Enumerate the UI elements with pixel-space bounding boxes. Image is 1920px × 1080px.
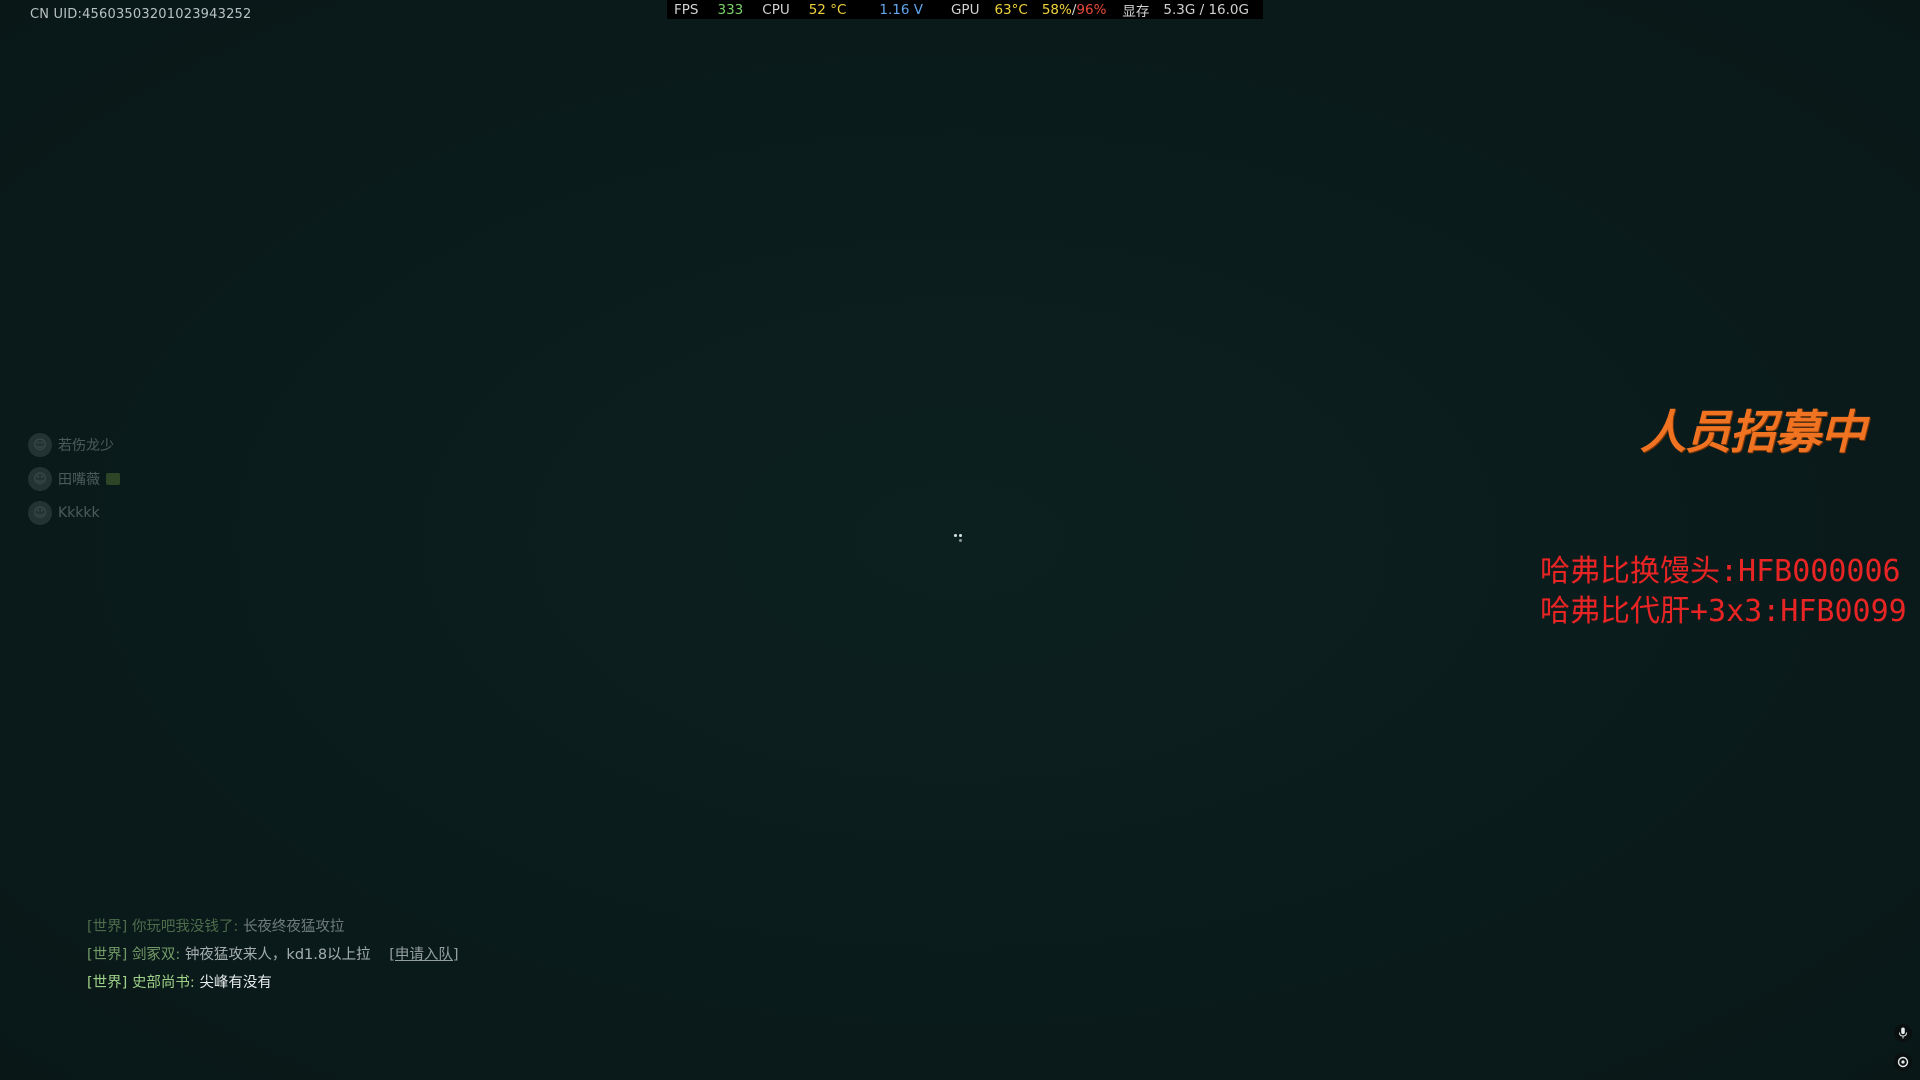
- chat-message: [世界] 你玩吧我没钱了: 长夜终夜猛攻拉: [87, 913, 459, 941]
- avatar: ☺: [28, 467, 52, 491]
- avatar: ☺: [28, 433, 52, 457]
- chat-channel: [世界]: [87, 919, 128, 935]
- fps-value: 333: [717, 1, 744, 18]
- gpu-label: GPU: [950, 1, 980, 18]
- performance-overlay: FPS 333 CPU 52 °C 1.16 V GPU 63°C 58% / …: [667, 0, 1263, 20]
- settings-icon[interactable]: [1894, 1053, 1912, 1071]
- promo-text: 哈弗比换馒头:HFB000006 哈弗比代肝+3x3:HFB0099: [1540, 552, 1920, 632]
- chat-message: [世界] 史部尚书: 尖峰有没有: [87, 969, 459, 997]
- chat-channel: [世界]: [87, 947, 128, 963]
- chat-text: 长夜终夜猛攻拉: [242, 919, 345, 935]
- fps-label: FPS: [674, 1, 699, 18]
- friend-name: 若伤龙少: [58, 438, 114, 454]
- microphone-icon[interactable]: [1894, 1024, 1912, 1042]
- cpu-voltage: 1.16 V: [879, 1, 923, 18]
- gpu-temp: 63°C: [994, 1, 1028, 18]
- gpu-usage-a: 58%: [1041, 1, 1072, 18]
- friends-list: ☺ 若伤龙少 ☺ 田嘴薇 ☺ Kkkkk: [28, 428, 120, 530]
- chat-text: 钟夜猛攻来人，kd1.8以上拉: [184, 947, 371, 963]
- gpu-usage-b: 96%: [1076, 1, 1107, 18]
- friend-name: 田嘴薇: [58, 472, 100, 488]
- promo-line: 哈弗比换馒头:HFB000006: [1540, 554, 1901, 589]
- cpu-label: CPU: [762, 1, 790, 18]
- loading-spinner-icon: [952, 532, 968, 548]
- chat-channel: [世界]: [87, 975, 128, 991]
- friend-item[interactable]: ☺ Kkkkk: [28, 496, 120, 530]
- friend-item[interactable]: ☺ 若伤龙少: [28, 428, 120, 462]
- chat-message: [世界] 剑冢双: 钟夜猛攻来人，kd1.8以上拉 [申请入队]: [87, 941, 459, 969]
- vram-value: 5.3G / 16.0G: [1163, 1, 1249, 18]
- chat-log: [世界] 你玩吧我没钱了: 长夜终夜猛攻拉 [世界] 剑冢双: 钟夜猛攻来人，k…: [87, 913, 459, 997]
- chat-sender[interactable]: 你玩吧我没钱了:: [132, 919, 238, 935]
- friend-name: Kkkkk: [58, 505, 100, 521]
- vram-label: 显存: [1122, 3, 1150, 20]
- promo-line: 哈弗比代肝+3x3:HFB0099: [1540, 594, 1907, 629]
- apply-join-team-link[interactable]: [申请入队]: [389, 947, 458, 963]
- recruit-banner: 人员招募中: [1640, 405, 1866, 459]
- chat-sender[interactable]: 剑冢双:: [132, 947, 180, 963]
- cpu-temp: 52 °C: [808, 1, 847, 18]
- chat-sender[interactable]: 史部尚书:: [132, 975, 195, 991]
- status-badge: [106, 473, 120, 485]
- player-uid: CN UID:4560350320102394325‌2: [30, 7, 252, 22]
- avatar: ☺: [28, 501, 52, 525]
- chat-text: 尖峰有没有: [199, 975, 272, 991]
- friend-item[interactable]: ☺ 田嘴薇: [28, 462, 120, 496]
- game-screen: CN UID:4560350320102394325‌2 FPS 333 CPU…: [0, 0, 1920, 1080]
